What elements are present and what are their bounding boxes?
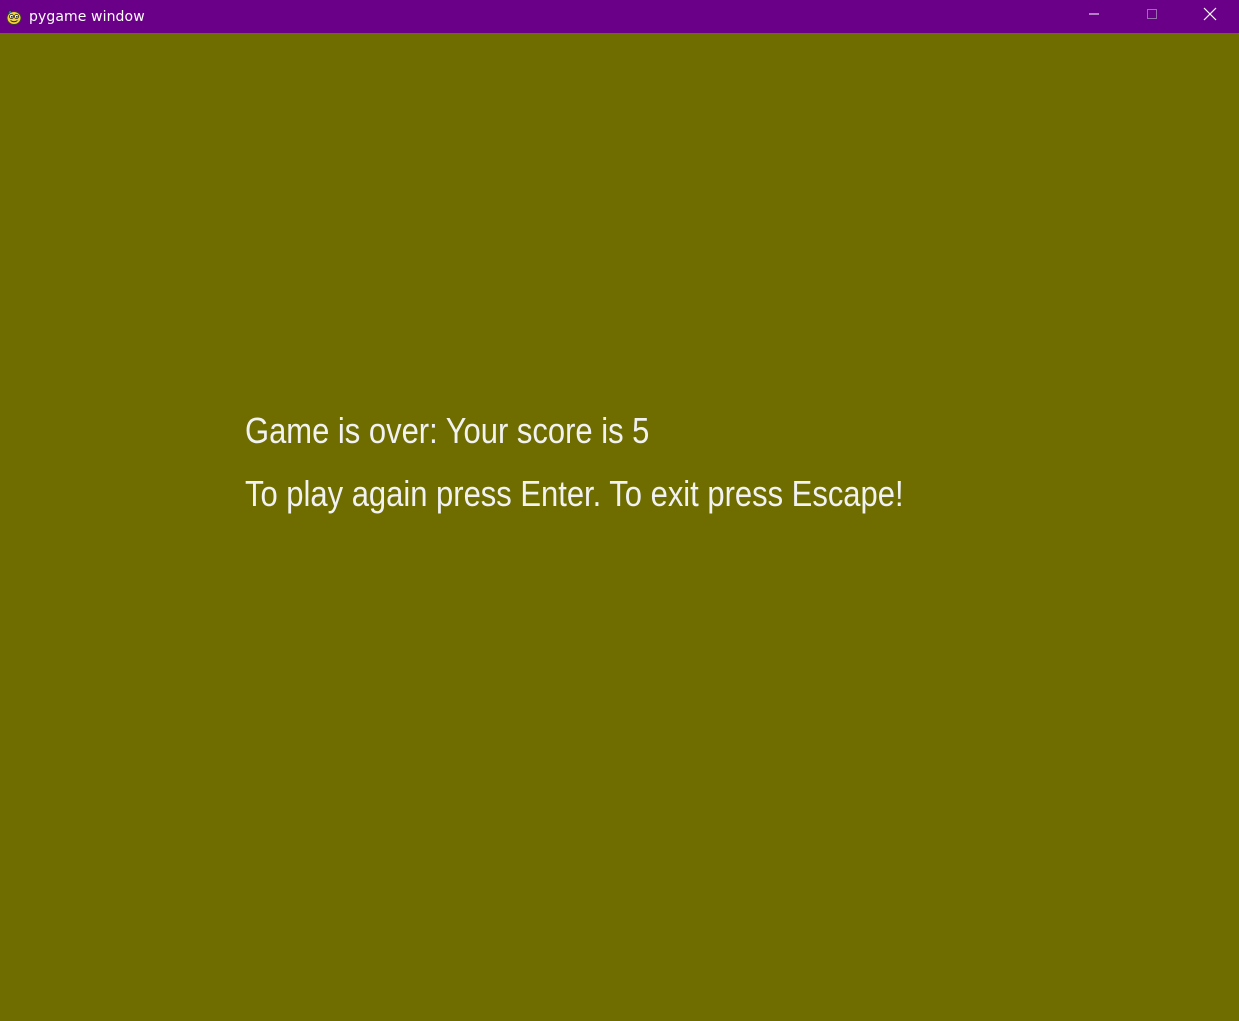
minimize-icon (1089, 13, 1099, 15)
replay-instructions: To play again press Enter. To exit press… (245, 473, 904, 514)
maximize-icon (1147, 9, 1157, 19)
minimize-button[interactable] (1065, 0, 1123, 28)
pygame-snake-icon (4, 7, 24, 27)
maximize-button[interactable] (1123, 0, 1181, 28)
pygame-window: pygame window Game is over: Your score i… (0, 0, 1239, 1021)
game-canvas[interactable]: Game is over: Your score is 5 To play ag… (0, 33, 1239, 1021)
window-title: pygame window (29, 8, 145, 25)
close-icon (1203, 7, 1217, 21)
close-button[interactable] (1181, 0, 1239, 28)
game-over-message: Game is over: Your score is 5 (245, 410, 650, 451)
window-controls (1065, 0, 1239, 33)
title-bar[interactable]: pygame window (0, 0, 1239, 33)
